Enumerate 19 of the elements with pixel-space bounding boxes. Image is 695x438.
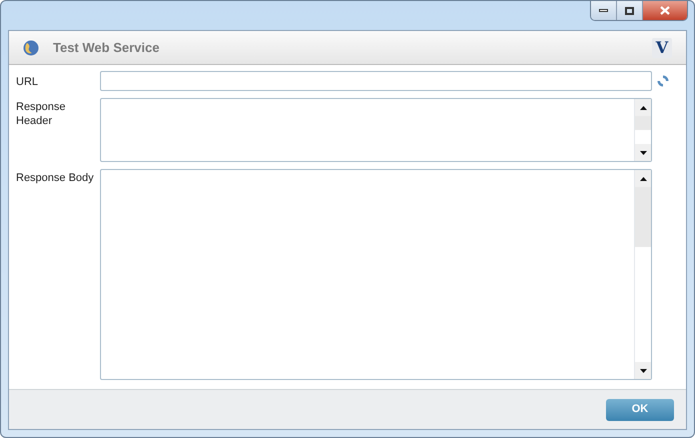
globe-icon <box>23 40 39 56</box>
close-icon <box>660 6 670 15</box>
refresh-icon[interactable] <box>656 74 670 88</box>
logo: V <box>652 38 672 58</box>
scroll-up-icon[interactable] <box>640 176 646 180</box>
close-button[interactable] <box>643 1 687 20</box>
window-title: Test Web Service <box>53 38 160 57</box>
scroll-down-icon[interactable] <box>640 150 646 154</box>
field-label: URL <box>16 75 40 89</box>
field-label: Response Body <box>16 171 95 185</box>
scroll-down-icon[interactable] <box>640 368 646 372</box>
scroll-up-icon[interactable] <box>640 106 646 110</box>
minimize-button[interactable] <box>591 1 617 20</box>
url-field[interactable] <box>100 71 652 91</box>
scrollbar-thumb[interactable] <box>635 187 651 247</box>
field-label: Response Header <box>16 100 67 128</box>
maximize-button[interactable] <box>617 1 643 20</box>
scrollbar-thumb[interactable] <box>635 116 651 130</box>
ok-button[interactable]: OK <box>606 398 674 420</box>
